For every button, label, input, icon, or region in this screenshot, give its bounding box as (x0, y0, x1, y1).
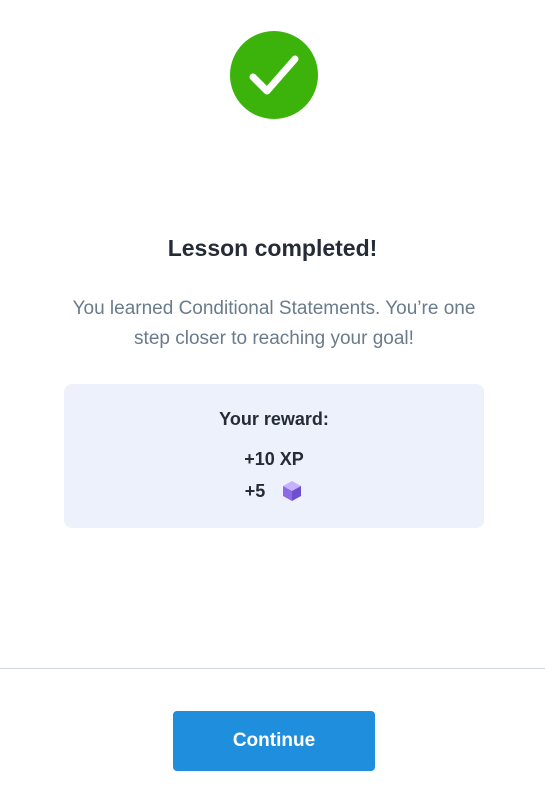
xp-reward: +10 XP (244, 449, 304, 469)
reward-panel: Your reward: +10 XP +5 (64, 384, 484, 528)
gem-reward-amount: +5 (244, 481, 266, 501)
lesson-completed-title: Lesson completed! (167, 235, 378, 261)
gem-reward: +5 (64, 479, 484, 503)
check-icon (249, 55, 299, 95)
lesson-completed-message: You learned Conditional Statements. You’… (72, 298, 476, 349)
success-check-badge (230, 31, 318, 119)
footer-divider (0, 668, 545, 669)
continue-button[interactable]: Continue (173, 711, 375, 771)
gem-cube-icon (283, 481, 302, 501)
reward-title: Your reward: (219, 409, 329, 429)
